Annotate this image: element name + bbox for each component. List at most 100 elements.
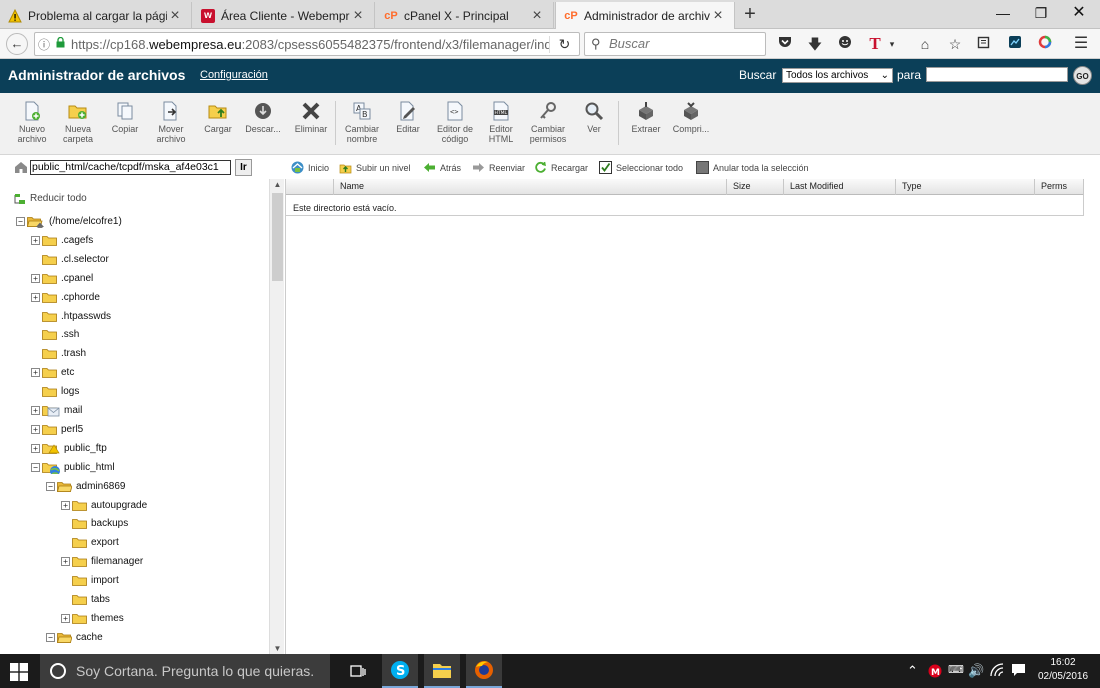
scroll-down-icon[interactable]: ▼ xyxy=(270,644,285,653)
change-permissions-button[interactable]: Cambiar permisos xyxy=(524,101,572,144)
hello-icon[interactable] xyxy=(834,34,856,54)
expand-node-icon[interactable]: + xyxy=(31,424,40,434)
expand-node-icon[interactable]: + xyxy=(31,273,40,283)
download-button[interactable]: Descar... xyxy=(239,101,287,134)
tree-item[interactable]: + .cagefs xyxy=(31,232,93,249)
rename-button[interactable]: AB Cambiar nombre xyxy=(338,101,386,144)
tree-item[interactable]: + .cpanel xyxy=(31,270,93,287)
collapse-node-icon[interactable]: − xyxy=(16,217,25,226)
deselect-all-action[interactable]: Anular toda la selección xyxy=(696,161,809,174)
tree-item[interactable]: − cache xyxy=(46,629,103,646)
hamburger-menu-icon[interactable]: ☰ xyxy=(1070,34,1092,54)
reading-list-icon[interactable] xyxy=(972,34,994,54)
close-tab-icon[interactable]: × xyxy=(350,7,366,25)
tree-item[interactable]: − (/home/elcofre1) xyxy=(16,213,122,231)
tree-item[interactable]: logs xyxy=(31,383,79,400)
upload-button[interactable]: Cargar xyxy=(194,101,242,134)
chevron-down-icon[interactable]: ▾ xyxy=(886,34,898,54)
browser-search-input[interactable]: ⚲ Buscar xyxy=(584,32,766,56)
extension-ring-icon[interactable] xyxy=(1034,34,1056,54)
compress-button[interactable]: Compri... xyxy=(667,101,715,134)
browser-tab-2[interactable]: w Área Cliente - Webempres... × xyxy=(193,2,375,29)
translate-t-icon[interactable]: T xyxy=(864,34,886,54)
tree-item[interactable]: + mail xyxy=(31,402,82,419)
copy-button[interactable]: Copiar xyxy=(101,101,149,134)
firefox-icon[interactable] xyxy=(466,654,502,688)
expand-node-icon[interactable]: + xyxy=(31,368,40,378)
delete-button[interactable]: Eliminar xyxy=(287,101,335,134)
tree-item[interactable]: + perl5 xyxy=(31,421,83,438)
expand-node-icon[interactable]: + xyxy=(31,235,40,245)
configuration-link[interactable]: Configuración xyxy=(200,69,268,81)
notifications-icon[interactable] xyxy=(1011,663,1026,680)
move-file-button[interactable]: Mover archivo xyxy=(147,101,195,144)
column-perms[interactable]: Perms xyxy=(1035,179,1084,195)
pocket-icon[interactable] xyxy=(774,34,796,54)
tree-scrollbar[interactable]: ▲ ▼ xyxy=(269,179,284,654)
collapse-node-icon[interactable]: − xyxy=(46,481,55,491)
windows-start-icon[interactable] xyxy=(10,663,28,681)
tree-item[interactable]: − admin6869 xyxy=(46,478,125,495)
tree-item[interactable]: .cl.selector xyxy=(31,251,109,268)
bookmark-star-icon[interactable]: ☆ xyxy=(944,34,966,54)
home-action[interactable]: Inicio xyxy=(291,161,329,174)
tree-item[interactable]: .ssh xyxy=(31,326,79,343)
new-folder-button[interactable]: Nueva carpeta xyxy=(54,101,102,144)
tree-item[interactable]: export xyxy=(61,534,119,551)
tree-item[interactable]: + autoupgrade xyxy=(61,497,147,514)
close-tab-icon[interactable]: × xyxy=(529,7,545,25)
file-explorer-icon[interactable] xyxy=(424,654,460,688)
go-button[interactable]: GO xyxy=(1073,66,1092,85)
scroll-up-icon[interactable]: ▲ xyxy=(270,180,285,189)
browser-tab-4-active[interactable]: cP Administrador de archivos... × xyxy=(555,2,735,29)
tree-item[interactable]: + themes xyxy=(61,610,124,627)
address-bar[interactable]: ⓘ https://cp168.webempresa.eu:2083/cpses… xyxy=(34,32,580,56)
search-scope-select[interactable]: Todos los archivos ⌄ xyxy=(782,68,893,83)
tray-chevron-up-icon[interactable]: ⌃ xyxy=(907,663,918,679)
collapse-node-icon[interactable]: − xyxy=(31,462,40,472)
column-type[interactable]: Type xyxy=(896,179,1035,195)
tree-item[interactable]: .trash xyxy=(31,345,86,362)
tree-item[interactable]: + .cphorde xyxy=(31,289,100,306)
downloads-icon[interactable]: 🡇 xyxy=(804,34,826,54)
tree-item[interactable]: .htpasswds xyxy=(31,308,111,325)
expand-node-icon[interactable]: + xyxy=(61,557,70,567)
go-path-button[interactable]: Ir xyxy=(235,159,252,176)
task-view-icon[interactable] xyxy=(340,654,376,688)
column-size[interactable]: Size xyxy=(727,179,784,195)
view-button[interactable]: Ver xyxy=(570,101,618,134)
expand-node-icon[interactable]: + xyxy=(61,613,70,623)
code-editor-button[interactable]: <> Editor de código xyxy=(431,101,479,144)
browser-tab-1[interactable]: Problema al cargar la pági... × xyxy=(0,2,192,29)
home-icon[interactable]: ⌂ xyxy=(914,34,936,54)
wifi-icon[interactable] xyxy=(990,663,1005,680)
tree-item[interactable]: + filemanager xyxy=(61,553,143,570)
expand-node-icon[interactable]: + xyxy=(61,500,70,510)
expand-node-icon[interactable]: + xyxy=(31,406,40,415)
tree-item[interactable]: import xyxy=(61,572,119,589)
html-editor-button[interactable]: HTML Editor HTML xyxy=(477,101,525,144)
expand-node-icon[interactable]: + xyxy=(31,292,40,302)
up-level-action[interactable]: Subir un nivel xyxy=(339,161,411,174)
forward-action[interactable]: Reenviar xyxy=(472,161,525,174)
new-file-button[interactable]: Nuevo archivo xyxy=(8,101,56,144)
reload-action[interactable]: Recargar xyxy=(534,161,588,174)
browser-tab-3[interactable]: cP cPanel X - Principal × xyxy=(376,2,554,29)
back-icon[interactable]: ← xyxy=(6,33,28,55)
edit-button[interactable]: Editar xyxy=(384,101,432,134)
monitor-icon[interactable] xyxy=(1004,34,1026,54)
tree-item[interactable]: tabs xyxy=(61,591,110,608)
skype-icon[interactable]: S xyxy=(382,654,418,688)
search-input[interactable] xyxy=(926,67,1068,82)
expand-node-icon[interactable]: + xyxy=(31,443,40,453)
reload-icon[interactable]: ↻ xyxy=(549,35,579,53)
antivirus-icon[interactable]: M xyxy=(928,664,942,681)
collapse-node-icon[interactable]: − xyxy=(46,632,55,642)
scrollbar-thumb[interactable] xyxy=(272,193,283,281)
column-name[interactable]: Name xyxy=(334,179,727,195)
keyboard-icon[interactable]: ⌨ xyxy=(948,663,964,676)
tree-item[interactable]: + public_ftp xyxy=(31,440,107,457)
extract-button[interactable]: Extraer xyxy=(622,101,670,134)
back-action[interactable]: Atrás xyxy=(423,161,461,174)
taskbar-clock[interactable]: 16:02 02/05/2016 xyxy=(1036,656,1090,684)
